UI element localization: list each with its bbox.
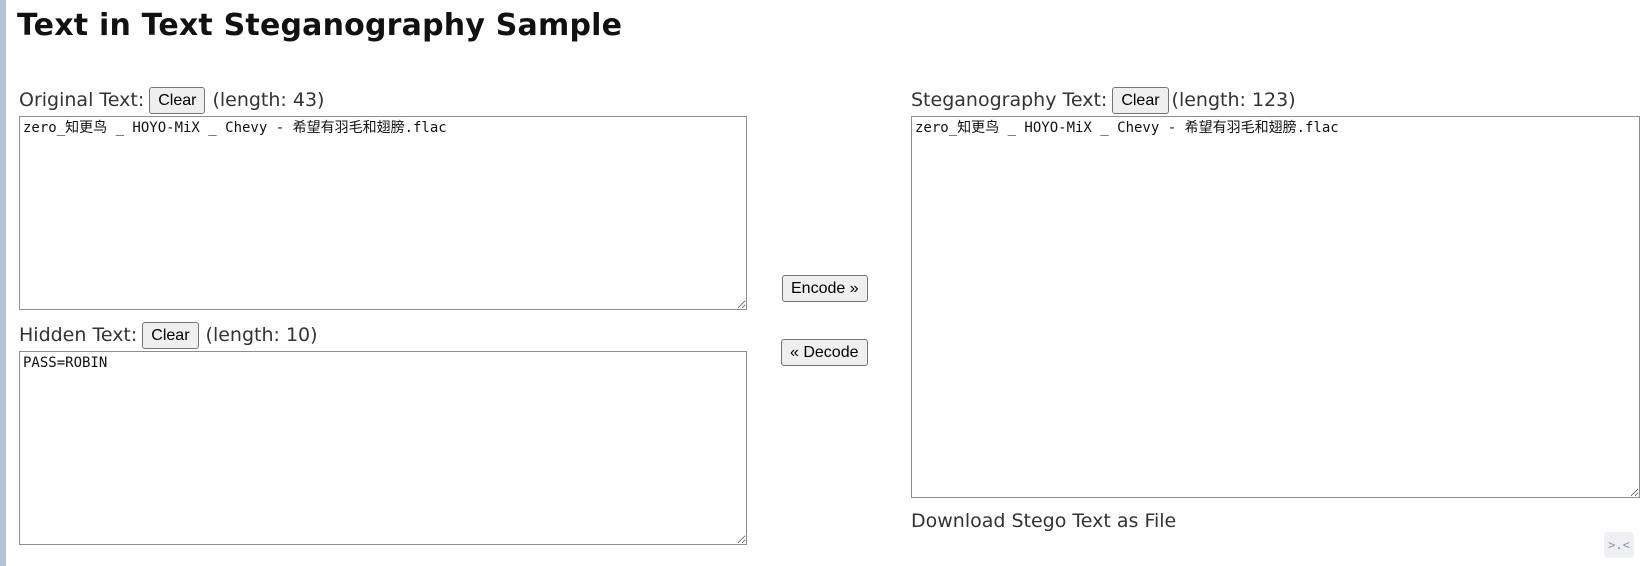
- left-edge-accent: [0, 0, 6, 566]
- decode-button[interactable]: « Decode: [781, 339, 868, 366]
- encode-button[interactable]: Encode »: [782, 275, 868, 302]
- stego-clear-button[interactable]: Clear: [1112, 86, 1169, 114]
- original-text-header: Original Text: Clear (length: 43): [19, 85, 324, 115]
- hidden-text-area[interactable]: PASS=ROBIN: [19, 351, 747, 545]
- hidden-clear-button[interactable]: Clear: [142, 321, 199, 349]
- original-text-label: Original Text:: [19, 89, 145, 111]
- corner-icon-glyph: >.<: [1608, 538, 1630, 552]
- page-title: Text in Text Steganography Sample: [17, 8, 623, 43]
- hidden-text-label: Hidden Text:: [19, 324, 138, 346]
- original-length-text: (length: 43): [212, 89, 325, 111]
- download-stego-link[interactable]: Download Stego Text as File: [911, 510, 1176, 532]
- original-clear-button[interactable]: Clear: [149, 86, 206, 114]
- stego-text-area[interactable]: zero_知更鸟 _ HOYO-MiX _ Chevy - 希望有羽毛和翅膀.f…: [911, 116, 1640, 498]
- original-text-area[interactable]: zero_知更鸟 _ HOYO-MiX _ Chevy - 希望有羽毛和翅膀.f…: [19, 116, 747, 310]
- hidden-text-header: Hidden Text: Clear (length: 10): [19, 320, 318, 350]
- hidden-length-text: (length: 10): [205, 324, 318, 346]
- stego-length-text: (length: 123): [1171, 89, 1296, 111]
- stego-text-header: Steganography Text: Clear (length: 123): [911, 85, 1296, 115]
- sleepy-face-icon[interactable]: >.<: [1604, 532, 1634, 558]
- stego-text-label: Steganography Text:: [911, 89, 1108, 111]
